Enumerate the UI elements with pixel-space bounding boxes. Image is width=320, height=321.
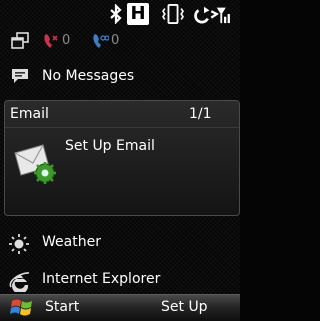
weather-label: Weather — [42, 234, 101, 250]
vibrate-icon[interactable] — [160, 4, 186, 24]
weather-row[interactable]: Weather — [0, 230, 240, 256]
windows-flag-icon — [10, 299, 32, 316]
windows-icon[interactable] — [11, 32, 29, 50]
start-button[interactable]: Start — [0, 295, 80, 321]
email-setup-label[interactable]: Set Up Email — [65, 138, 155, 154]
ie-icon — [9, 272, 30, 292]
missed-calls-count: 0 — [62, 33, 71, 48]
message-icon — [12, 69, 28, 83]
bluetooth-icon[interactable] — [108, 4, 124, 24]
status-bar: H — [0, 0, 240, 30]
email-title: Email — [10, 106, 49, 122]
messages-row[interactable]: No Messages — [0, 64, 240, 90]
calls-row[interactable]: 0 0 — [0, 30, 240, 54]
sun-icon — [9, 234, 29, 254]
signal-icon[interactable] — [193, 4, 235, 24]
start-label: Start — [45, 299, 80, 315]
email-header: Email 1/1 — [5, 101, 239, 128]
hsdpa-icon[interactable]: H — [127, 3, 149, 25]
email-setup-icon[interactable] — [13, 143, 59, 185]
internet-explorer-row[interactable]: Internet Explorer — [0, 267, 240, 293]
taskbar: Start Set Up — [0, 294, 240, 321]
email-panel[interactable]: Email 1/1 Set Up Email — [4, 100, 240, 216]
missed-call-icon[interactable] — [42, 32, 60, 50]
voicemail-icon[interactable] — [91, 32, 109, 50]
set-up-softkey[interactable]: Set Up — [161, 299, 208, 315]
voicemail-count: 0 — [111, 33, 120, 48]
internet-explorer-label: Internet Explorer — [42, 271, 161, 287]
email-count: 1/1 — [189, 106, 212, 122]
messages-label: No Messages — [42, 68, 135, 84]
